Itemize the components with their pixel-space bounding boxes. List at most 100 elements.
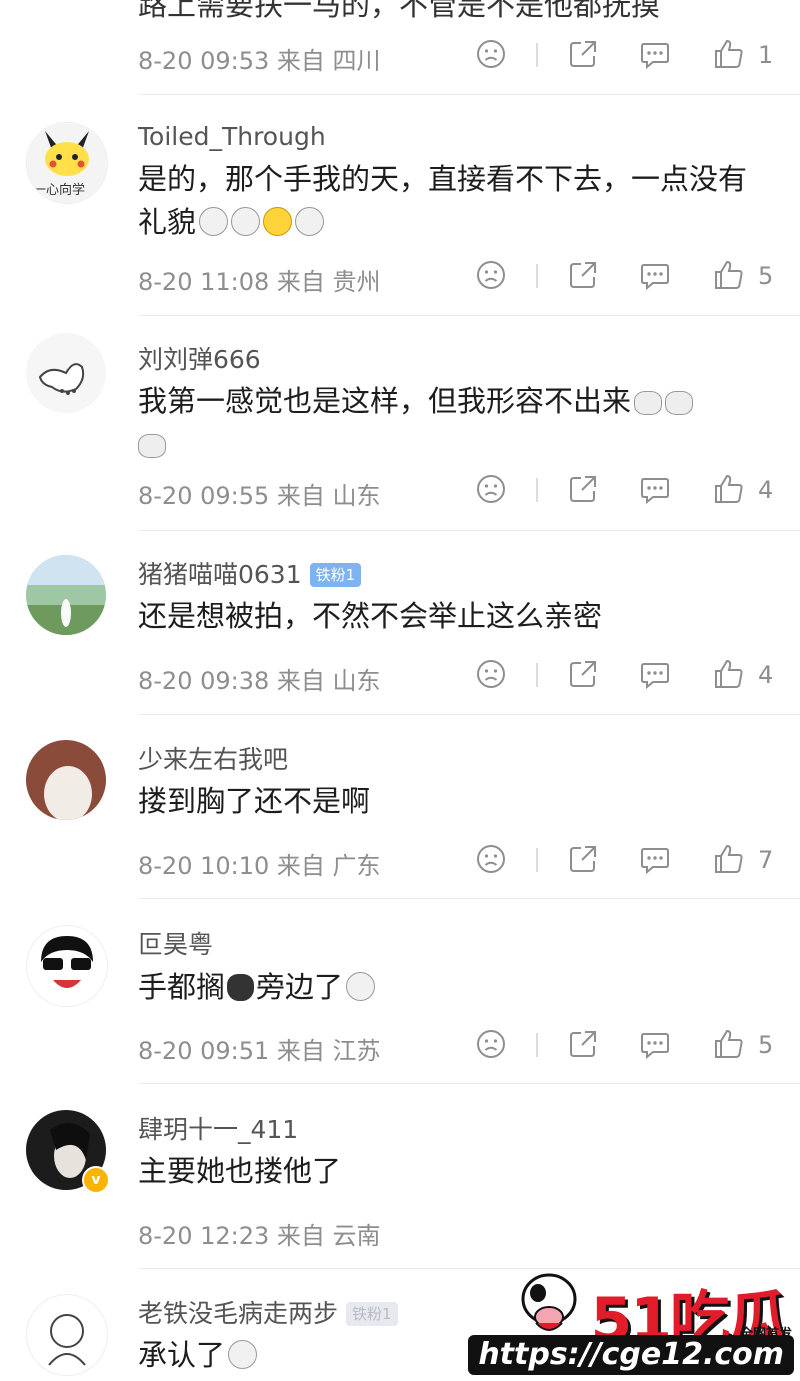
comment-meta: 8-20 12:23 来自 云南 xyxy=(138,1210,778,1250)
comment-body-a: 手都搁 xyxy=(138,970,226,1004)
watermark: 51吃瓜 全网首发 https://cge12.com xyxy=(468,1267,796,1375)
comment-text: 是的，那个手我的天，直接看不下去，一点没有礼貌 xyxy=(138,158,758,244)
row-divider xyxy=(138,898,800,899)
verified-badge-icon: v xyxy=(82,1166,110,1194)
like-button[interactable] xyxy=(712,258,746,292)
thumbs-up-icon xyxy=(712,37,746,71)
comment-time: 8-20 09:53 来自 四川 xyxy=(138,47,381,75)
username[interactable]: 少来左右我吧 xyxy=(138,740,288,776)
dislike-button[interactable] xyxy=(474,37,508,71)
bear-emoji-icon xyxy=(227,974,255,1001)
smile-emoji-icon xyxy=(231,207,261,236)
fan-badge: 铁粉1 xyxy=(309,563,362,587)
comment-meta: 8-20 11:08 来自 贵州 5 xyxy=(138,256,778,296)
row-divider xyxy=(138,94,800,95)
comment-icon xyxy=(638,37,672,71)
cow-mascot-icon xyxy=(521,1273,577,1331)
username-text: 老铁没毛病走两步 xyxy=(138,1299,339,1328)
divider xyxy=(536,848,538,872)
comment-text: 手都搁 旁边了 xyxy=(138,966,758,1009)
comment-meta: 8-20 09:38 来自 山东 4 xyxy=(138,655,778,695)
row-divider xyxy=(138,714,800,715)
like-count: 4 xyxy=(758,661,774,689)
dislike-button[interactable] xyxy=(474,258,508,292)
username[interactable]: 叵昊粤 xyxy=(138,925,213,961)
share-icon xyxy=(566,657,600,691)
site-url: https://cge12.com xyxy=(468,1335,794,1375)
comment-time: 8-20 10:10 来自 广东 xyxy=(138,852,381,880)
cartoon-avatar-icon xyxy=(27,926,107,1006)
comment-time: 8-20 09:38 来自 山东 xyxy=(138,667,381,695)
dislike-button[interactable] xyxy=(474,657,508,691)
comment-meta: 8-20 09:53 来自 四川 1 xyxy=(138,35,778,75)
reply-button[interactable] xyxy=(638,1027,672,1061)
frown-face-icon xyxy=(474,842,508,876)
thumbs-up-icon xyxy=(712,258,746,292)
smile-emoji-icon xyxy=(199,207,229,236)
username[interactable]: Toiled_Through xyxy=(138,122,326,151)
crying-emoji-icon xyxy=(665,391,694,415)
comment-body: 是的，那个手我的天，直接看不下去，一点没有礼貌 xyxy=(138,162,748,239)
like-count: 5 xyxy=(758,262,774,290)
comment-body: 承认了 xyxy=(138,1338,226,1372)
avatar[interactable]: 一心向学 xyxy=(26,122,108,204)
share-button[interactable] xyxy=(566,258,600,292)
comment-icon xyxy=(638,842,672,876)
username[interactable]: 肆玥十一_411 xyxy=(138,1110,298,1146)
like-button[interactable] xyxy=(712,842,746,876)
like-button[interactable] xyxy=(712,657,746,691)
like-button[interactable] xyxy=(712,472,746,506)
username[interactable]: 老铁没毛病走两步 铁粉1 xyxy=(138,1294,398,1330)
dislike-button[interactable] xyxy=(474,842,508,876)
divider xyxy=(536,663,538,687)
username[interactable]: 猪猪喵喵0631 铁粉1 xyxy=(138,555,362,591)
avatar[interactable] xyxy=(26,333,106,413)
crying-emoji-icon xyxy=(634,391,663,415)
row-divider xyxy=(138,315,800,316)
like-count: 1 xyxy=(758,41,774,69)
share-button[interactable] xyxy=(566,657,600,691)
row-divider xyxy=(138,530,800,531)
comment-time: 8-20 12:23 来自 云南 xyxy=(138,1222,381,1250)
reply-button[interactable] xyxy=(638,842,672,876)
thumbs-up-icon xyxy=(712,1027,746,1061)
like-button[interactable] xyxy=(712,37,746,71)
share-icon xyxy=(566,37,600,71)
username[interactable]: 刘刘弹666 xyxy=(138,340,261,376)
avatar[interactable] xyxy=(26,555,106,635)
share-button[interactable] xyxy=(566,842,600,876)
avatar[interactable] xyxy=(26,925,108,1007)
avatar[interactable] xyxy=(26,740,106,820)
share-button[interactable] xyxy=(566,37,600,71)
reply-button[interactable] xyxy=(638,37,672,71)
comment-icon xyxy=(638,472,672,506)
thumbs-up-icon xyxy=(712,842,746,876)
comment-meta: 8-20 10:10 来自 广东 7 xyxy=(138,840,778,880)
like-count: 4 xyxy=(758,476,774,504)
comment-text: 路上需要扶一马的，不管是不是他都抚摸 xyxy=(138,0,661,22)
comment-meta: 8-20 09:51 来自 江苏 5 xyxy=(138,1025,778,1065)
share-icon xyxy=(566,258,600,292)
like-button[interactable] xyxy=(712,1027,746,1061)
reply-button[interactable] xyxy=(638,657,672,691)
frown-face-icon xyxy=(474,258,508,292)
share-button[interactable] xyxy=(566,472,600,506)
reply-button[interactable] xyxy=(638,472,672,506)
comment-icon xyxy=(638,1027,672,1061)
frown-face-icon xyxy=(474,37,508,71)
comment-body-b: 旁边了 xyxy=(256,970,344,1004)
share-icon xyxy=(566,842,600,876)
share-icon xyxy=(566,472,600,506)
photo-avatar-icon xyxy=(26,555,106,635)
dislike-button[interactable] xyxy=(474,1027,508,1061)
comment-body: 我第一感觉也是这样，但我形容不出来 xyxy=(138,384,632,418)
row-divider xyxy=(138,1083,800,1084)
share-button[interactable] xyxy=(566,1027,600,1061)
comment-time: 8-20 09:51 来自 江苏 xyxy=(138,1037,381,1065)
comment-meta: 8-20 09:55 来自 山东 4 xyxy=(138,470,778,510)
avatar[interactable] xyxy=(26,1294,108,1376)
frown-face-icon xyxy=(474,1027,508,1061)
dislike-button[interactable] xyxy=(474,472,508,506)
doodle-avatar-icon xyxy=(38,363,85,395)
reply-button[interactable] xyxy=(638,258,672,292)
